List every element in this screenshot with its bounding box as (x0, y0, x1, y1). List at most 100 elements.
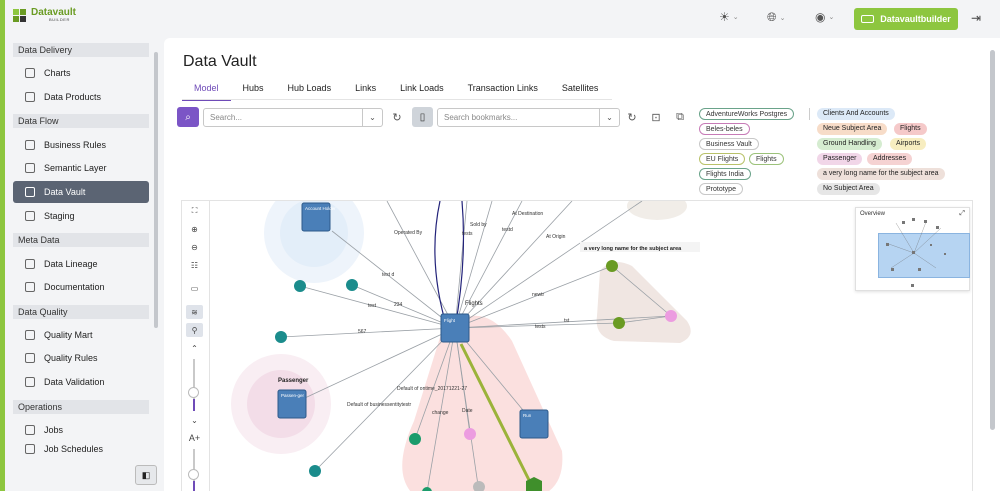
sidebar-item-documentation[interactable]: Documentation (13, 276, 149, 298)
sidebar-item-job-schedules[interactable]: Job Schedules (13, 442, 149, 456)
font-size-label[interactable]: A+ (186, 431, 203, 445)
node-dot[interactable] (275, 331, 287, 343)
lineage-icon (25, 259, 35, 269)
subject-tag-neue[interactable]: Neue Subject Area (817, 123, 888, 135)
group-label-passenger: Passenger (278, 378, 309, 384)
node-dot[interactable] (309, 465, 321, 477)
bookmark-icon: ▯ (419, 111, 426, 123)
chevron-down-icon[interactable]: ⌄ (599, 109, 619, 126)
language-menu[interactable]: 🌐︎ ⌄ (767, 10, 785, 25)
sidebar-item-label: Data Products (44, 92, 102, 102)
subject-tag-addresses[interactable]: Addresses (867, 153, 913, 165)
panel-icon[interactable]: ▭ (186, 281, 203, 295)
subject-tag-long-name[interactable]: a very long name for the subject area (817, 168, 945, 180)
scrollbar-thumb[interactable] (154, 52, 158, 328)
add-bookmark-icon[interactable]: ⊡ (647, 108, 665, 126)
source-chip-adventureworks[interactable]: AdventureWorks Postgres (699, 108, 795, 120)
sidebar-item-quality-rules[interactable]: Quality Rules (13, 347, 149, 369)
source-chip-prototype[interactable]: Prototype (699, 183, 743, 195)
app-logo[interactable]: Datavault BUILDER (12, 7, 76, 23)
subject-tag-passenger[interactable]: Passenger (817, 153, 863, 165)
sidebar-item-semantic-layer[interactable]: Semantic Layer (13, 157, 149, 179)
font-slider-fill (193, 481, 195, 491)
bookmark-search-input[interactable]: Search bookmarks... ⌄ (437, 108, 620, 127)
refresh-bookmarks-icon[interactable]: ↻ (623, 108, 641, 126)
edge-label: newtr (532, 292, 545, 298)
collapse-icon[interactable]: ⌄ (186, 413, 203, 427)
fit-icon[interactable]: ⛶ (186, 204, 203, 218)
node-dot[interactable] (346, 279, 358, 291)
chips-divider (809, 108, 810, 120)
node-dot[interactable] (606, 260, 618, 272)
sidebar-item-charts[interactable]: Charts (13, 62, 149, 84)
refresh-icon[interactable]: ↻ (388, 108, 406, 126)
source-chip-eu-flights[interactable]: EU Flights (699, 153, 746, 165)
sidebar-item-data-validation[interactable]: Data Validation (13, 371, 149, 393)
tab-hub-loads[interactable]: Hub Loads (276, 81, 344, 101)
source-chip-flights-india[interactable]: Flights India (699, 168, 751, 180)
source-chip-beles[interactable]: Beles-beles (699, 123, 750, 135)
node-dot[interactable] (464, 428, 476, 440)
subject-tag-clients[interactable]: Clients And Accounts (817, 108, 895, 120)
sidebar-item-data-lineage[interactable]: Data Lineage (13, 253, 149, 275)
sidebar-item-label: Documentation (44, 282, 105, 292)
layout-icon[interactable]: ☷ (186, 258, 203, 272)
node-dot[interactable] (665, 310, 677, 322)
subject-tag-none[interactable]: No Subject Area (817, 183, 880, 195)
hub-node-label: Passen-ger (281, 393, 305, 398)
node-dot[interactable] (409, 433, 421, 445)
sidebar-item-label: Jobs (44, 425, 64, 435)
logo-mark-icon (12, 7, 28, 23)
graph-slider-knob[interactable] (188, 387, 199, 398)
collapse-sidebar-button[interactable]: ◧ (135, 465, 157, 485)
tab-links[interactable]: Links (343, 81, 388, 101)
source-chip-business-vault[interactable]: Business Vault (699, 138, 759, 150)
search-button[interactable]: ⌕ (177, 107, 199, 127)
sidebar-item-label: Quality Mart (44, 330, 93, 340)
tab-transaction-links[interactable]: Transaction Links (456, 81, 550, 101)
graph-canvas[interactable]: Operated By Sold by tests At Destination… (181, 200, 973, 491)
font-slider-knob[interactable] (188, 469, 199, 480)
link-icon[interactable]: ⚲ (186, 323, 203, 337)
layer-icon (25, 163, 35, 173)
tab-link-loads[interactable]: Link Loads (388, 81, 456, 101)
sidebar-item-quality-mart[interactable]: Quality Mart (13, 324, 149, 346)
node-dot[interactable] (294, 280, 306, 292)
copy-icon[interactable]: ⧉ (671, 108, 689, 126)
sidebar-item-data-vault[interactable]: Data Vault (13, 181, 149, 203)
subject-tag-airports[interactable]: Airports (890, 138, 927, 150)
chevron-down-icon[interactable]: ⌄ (362, 109, 382, 126)
node-dot[interactable] (613, 317, 625, 329)
zoom-in-icon[interactable]: ⊕ (186, 222, 203, 236)
zoom-out-icon[interactable]: ⊖ (186, 240, 203, 254)
expand-icon[interactable]: ⌃ (186, 341, 203, 355)
sidebar-section-data-flow: Data Flow (13, 114, 149, 128)
staging-icon (25, 211, 35, 221)
tab-hubs[interactable]: Hubs (231, 81, 276, 101)
subject-tag-flights[interactable]: Flights (894, 123, 927, 135)
source-chip-flights[interactable]: Flights (749, 153, 784, 165)
layers-icon[interactable]: ≋ (186, 305, 203, 319)
search-input[interactable]: Search... ⌄ (203, 108, 383, 127)
sidebar-item-staging[interactable]: Staging (13, 205, 149, 227)
mart-icon (25, 330, 35, 340)
main-scrollbar[interactable] (988, 40, 996, 485)
overview-panel[interactable]: Overview ⤢ (855, 207, 970, 291)
sidebar-item-business-rules[interactable]: Business Rules (13, 134, 149, 156)
theme-menu[interactable]: ☀ ⌄ (719, 10, 739, 24)
hub-node-label: Run (523, 413, 532, 418)
workspace-button[interactable]: Datavaultbuilder (854, 8, 958, 30)
bookmark-toggle-button[interactable]: ▯ (412, 107, 433, 127)
tab-model[interactable]: Model (182, 81, 231, 101)
group-flights-blob (402, 315, 563, 491)
top-bar: Datavault BUILDER ☀ ⌄ 🌐︎ ⌄ ◉ ⌄ Datavaultbui… (5, 0, 1000, 38)
tab-satellites[interactable]: Satellites (550, 81, 611, 101)
sidebar-scrollbar[interactable] (153, 42, 159, 454)
account-menu[interactable]: ◉ ⌄ (815, 10, 834, 24)
sidebar-item-jobs[interactable]: Jobs (13, 419, 149, 441)
scrollbar-thumb[interactable] (990, 50, 995, 430)
logout-icon[interactable]: ⇥ (971, 11, 981, 25)
sidebar-item-data-products[interactable]: Data Products (13, 86, 149, 108)
subject-tag-ground-handling[interactable]: Ground Handling (817, 138, 882, 150)
sidebar-item-label: Staging (44, 211, 75, 221)
